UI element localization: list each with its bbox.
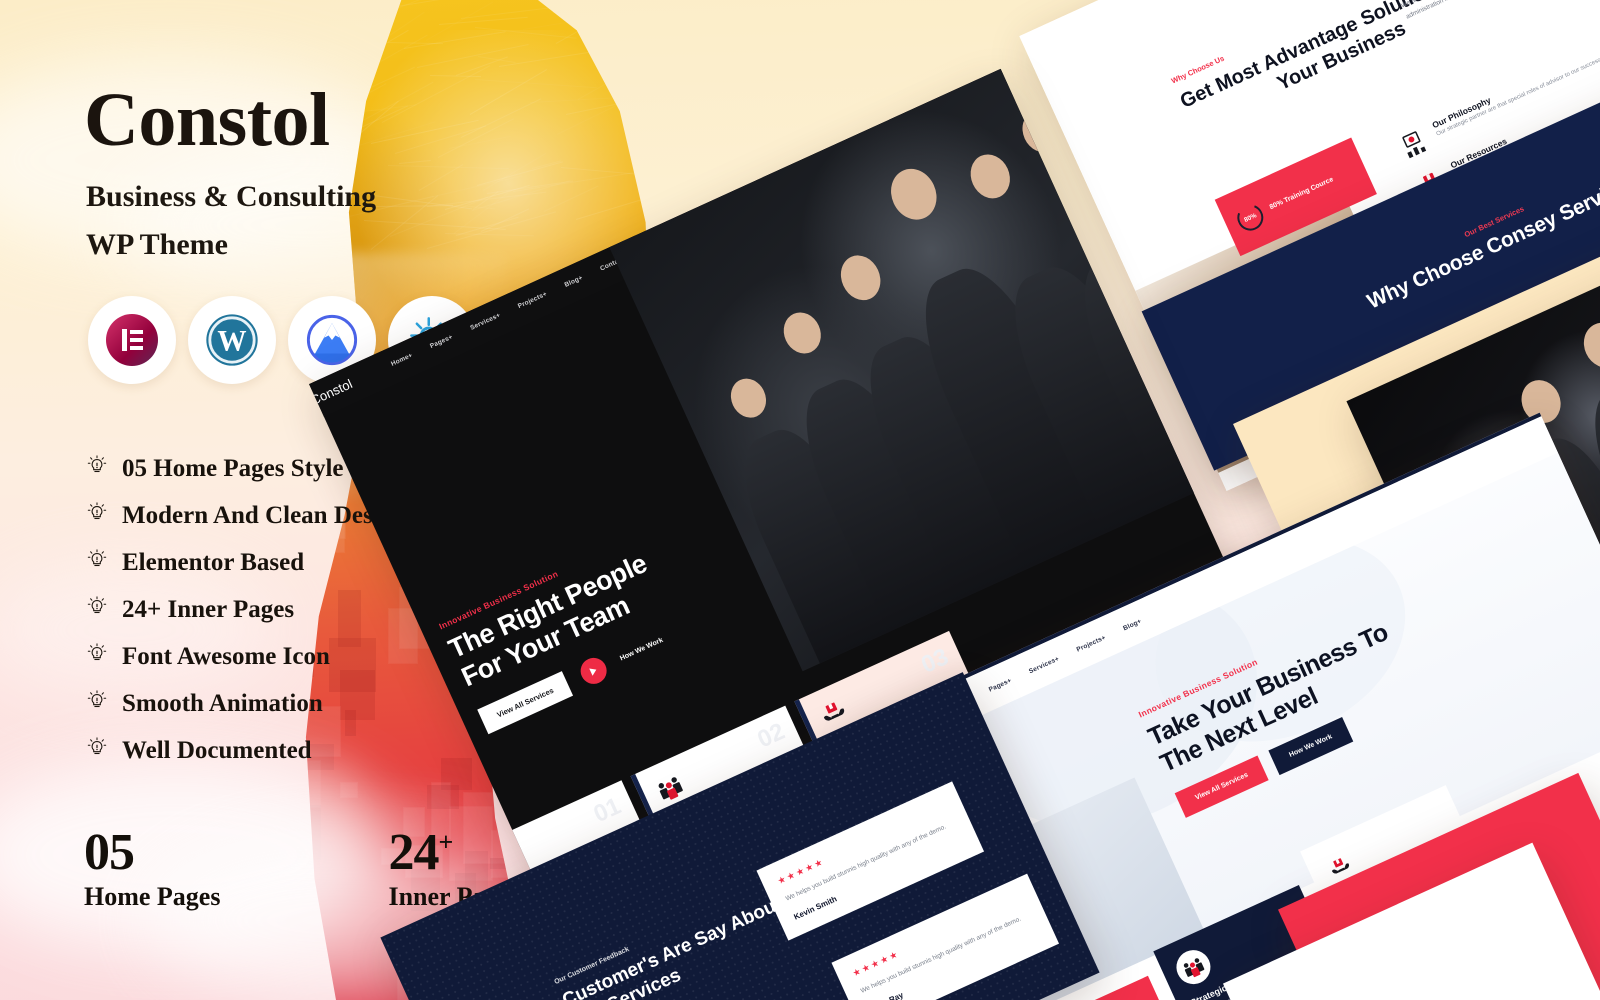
bulb-icon xyxy=(86,737,108,764)
nav-item[interactable]: Projects+ xyxy=(517,290,548,309)
hero-copy: Innovative Business Solution The Right P… xyxy=(437,485,788,733)
bulb-icon xyxy=(86,502,108,529)
training-badge-label: 80% Training Cource xyxy=(1268,175,1335,213)
feature-item: Modern And Clean Design xyxy=(86,492,406,539)
feature-item: Font Awesome Icon xyxy=(86,633,406,680)
social-link[interactable]: Twitter xyxy=(915,77,937,92)
social-link[interactable]: Facebook xyxy=(805,123,835,142)
stat-number: 05 xyxy=(84,826,220,880)
feature-item: Elementor Based xyxy=(86,539,406,586)
nav-item[interactable]: Services+ xyxy=(469,312,501,332)
feature-item: 24+ Inner Pages xyxy=(86,586,406,633)
nav-item[interactable]: Pages+ xyxy=(988,677,1013,693)
wordpress-icon: W xyxy=(188,296,276,384)
nav-item[interactable]: Pages+ xyxy=(429,333,454,349)
site-logo[interactable]: C Constol xyxy=(309,376,354,417)
elementor-icon xyxy=(88,296,176,384)
service-number: 03 xyxy=(917,643,953,680)
svg-text:W: W xyxy=(217,326,246,358)
subtitle-line-1: Business & Consulting xyxy=(86,178,546,216)
bulb-icon xyxy=(86,455,108,482)
feature-list: 05 Home Pages Style Modern And Clean Desi… xyxy=(86,445,406,774)
promo-banner: Constol Business & Consulting WP Theme W… xyxy=(0,0,1600,1000)
how-we-work-label[interactable]: How We Work xyxy=(619,636,664,662)
social-link[interactable]: YouTube xyxy=(878,91,905,109)
stat-block: 05 Home Pages xyxy=(84,826,220,912)
feature-item: Smooth Animation xyxy=(86,680,406,727)
page-title: Constol xyxy=(84,82,330,158)
nav-item[interactable]: Projects+ xyxy=(1075,634,1106,653)
feature-label: Modern And Clean Design xyxy=(122,502,406,530)
bulb-icon xyxy=(86,690,108,717)
feature-label: Smooth Animation xyxy=(122,690,323,718)
bulb-icon xyxy=(86,643,108,670)
bulb-icon xyxy=(86,549,108,576)
feature-item: Well Documented xyxy=(86,727,406,774)
nav-item[interactable]: Home+ xyxy=(390,352,414,368)
play-icon[interactable] xyxy=(577,654,611,688)
feature-label: Well Documented xyxy=(122,737,312,765)
stats-row: 05 Home Pages 24+ Inner Pages xyxy=(84,826,520,912)
nav-item[interactable]: Services+ xyxy=(1028,655,1060,675)
service-number: 01 xyxy=(590,792,626,829)
stat-label: Home Pages xyxy=(84,882,220,912)
feature-label: Elementor Based xyxy=(122,549,304,577)
feature-label: Font Awesome Icon xyxy=(122,643,330,671)
logo-text: Constol xyxy=(309,376,354,408)
team-icon xyxy=(1171,945,1216,990)
nav-item[interactable]: Blog+ xyxy=(1122,618,1142,632)
service-number: 02 xyxy=(753,718,789,755)
social-link[interactable]: LinkdIn xyxy=(845,108,868,124)
progress-ring: 80% xyxy=(1233,200,1267,234)
subtitle-line-2: WP Theme xyxy=(86,226,546,264)
chart-people-icon xyxy=(1395,126,1432,163)
stat-number: 24+ xyxy=(388,826,520,880)
bulb-icon xyxy=(86,596,108,623)
feature-label: 24+ Inner Pages xyxy=(122,596,294,624)
nav-item[interactable]: Blog+ xyxy=(563,274,583,288)
feature-label: 05 Home Pages Style xyxy=(122,455,343,483)
